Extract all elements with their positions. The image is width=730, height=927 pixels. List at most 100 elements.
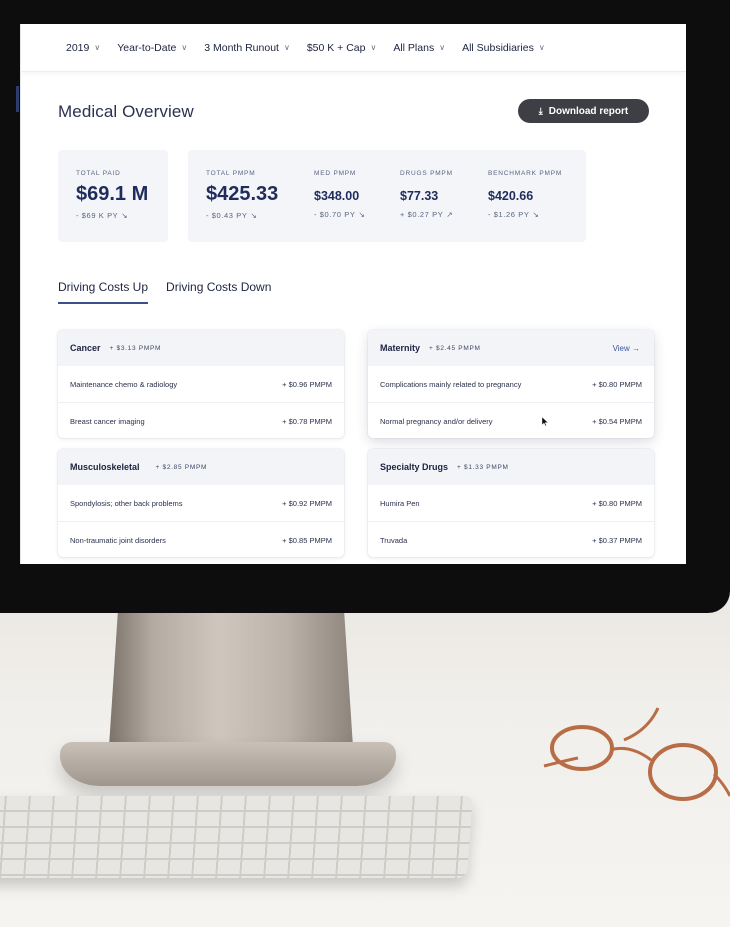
card-title: Specialty Drugs (380, 462, 449, 472)
download-icon: ⤓ (538, 105, 543, 116)
row-name: Truvada (380, 535, 408, 545)
card-delta: + $2.45 PMPM (429, 344, 481, 352)
cancer-card[interactable]: Cancer + $3.13 PMPM Maintenance chemo & … (58, 330, 344, 438)
row-name: Normal pregnancy and/or delivery (380, 416, 493, 426)
filter-period[interactable]: Year-to-Date ∨ (117, 42, 187, 54)
card-header: Maternity + $2.45 PMPM View → (368, 330, 654, 366)
filter-year-label: 2019 (66, 41, 90, 54)
row-name: Humira Pen (380, 498, 420, 508)
row-name: Maintenance chemo & radiology (70, 379, 178, 389)
card-delta: + $2.85 PMPM (155, 463, 208, 471)
stat-value: $425.33 (206, 183, 279, 205)
row-value: + $0.85 PMPM (282, 535, 332, 545)
stat-label: TOTAL PMPM (206, 170, 256, 177)
sidebar-active-marker (16, 86, 19, 112)
row-value: + $0.96 PMPM (282, 379, 332, 389)
card-header: Cancer + $3.13 PMPM (58, 330, 344, 366)
tab-driving-costs-down[interactable]: Driving Costs Down (166, 280, 271, 304)
list-item[interactable]: Normal pregnancy and/or delivery + $0.54 … (368, 403, 654, 438)
row-name: Non-traumatic joint disorders (70, 535, 166, 545)
stat-change: - $69 K PY ↘ (76, 211, 129, 220)
list-item[interactable]: Non-traumatic joint disorders + $0.85 PMP… (58, 522, 344, 557)
mouse-pointer-icon (542, 417, 548, 426)
maternity-card[interactable]: Maternity + $2.45 PMPM View → Complicati… (368, 330, 654, 438)
chevron-down-icon: ∨ (439, 43, 446, 52)
total-paid-card: TOTAL PAID $69.1 M - $69 K PY ↘ (58, 150, 168, 242)
arrow-down-right-icon: ↘ (358, 210, 366, 219)
filter-subsidiaries[interactable]: All Subsidiaries ∨ (462, 42, 545, 54)
page-title: Medical Overview (58, 102, 194, 121)
row-name: Spondylosis; other back problems (70, 498, 183, 508)
download-report-label: Download report (548, 105, 629, 117)
sidebar-divider (20, 24, 21, 564)
card-title: Musculoskeletal (70, 462, 140, 472)
filter-runout[interactable]: 3 Month Runout ∨ (204, 42, 290, 54)
row-name: Breast cancer imaging (70, 416, 145, 426)
filter-subsidiaries-label: All Subsidiaries (462, 41, 534, 54)
filter-plans-label: All Plans (393, 41, 435, 54)
stat-total-paid: TOTAL PAID $69.1 M - $69 K PY ↘ (76, 170, 148, 220)
stat-change: - $0.43 PY ↘ (206, 211, 258, 220)
list-item[interactable]: Maintenance chemo & radiology + $0.96 PMP… (58, 366, 344, 403)
row-name: Complications mainly related to pregnanc… (380, 379, 522, 389)
stat-value: $77.33 (400, 189, 439, 203)
stat-benchmark-pmpm: BENCHMARK PMPM $420.66 - $1.26 PY ↘ (488, 170, 562, 219)
stat-med-pmpm: MED PMPM $348.00 - $0.70 PY ↘ (314, 170, 365, 219)
filter-period-label: Year-to-Date (117, 41, 177, 54)
monitor-stand-base (60, 742, 396, 786)
specialty-drugs-card[interactable]: Specialty Drugs + $1.33 PMPM Humira Pen +… (368, 449, 654, 557)
row-value: + $0.80 PMPM (592, 379, 642, 389)
list-item[interactable]: Spondylosis; other back problems + $0.92 … (58, 485, 344, 522)
monitor-stand-neck (108, 612, 354, 762)
app-screen: 2019 ∨ Year-to-Date ∨ 3 Month Runout ∨ $50 … (20, 24, 686, 564)
card-delta: + $1.33 PMPM (457, 463, 509, 471)
stat-value: $69.1 M (76, 183, 149, 205)
stat-change: - $1.26 PY ↘ (488, 210, 540, 219)
filter-cap-label: $50 K + Cap (306, 41, 366, 54)
arrow-down-right-icon: ↘ (532, 210, 540, 219)
card-delta: + $3.13 PMPM (109, 344, 162, 352)
card-header: Musculoskeletal + $2.85 PMPM (58, 449, 344, 485)
row-value: + $0.54 PMPM (592, 416, 642, 426)
list-item[interactable]: Breast cancer imaging + $0.78 PMPM (58, 403, 344, 438)
stat-total-pmpm: TOTAL PMPM $425.33 - $0.43 PY ↘ (206, 170, 278, 220)
tab-driving-costs-up[interactable]: Driving Costs Up (58, 280, 149, 304)
chevron-down-icon: ∨ (181, 43, 188, 52)
row-value: + $0.80 PMPM (592, 498, 642, 508)
download-report-button[interactable]: ⤓ Download report (518, 99, 649, 123)
row-value: + $0.37 PMPM (592, 535, 642, 545)
list-item[interactable]: Truvada + $0.37 PMPM (368, 522, 654, 557)
filter-bar: 2019 ∨ Year-to-Date ∨ 3 Month Runout ∨ $50 … (20, 24, 686, 72)
stat-change: - $0.70 PY ↘ (314, 210, 366, 219)
stat-label: DRUGS PMPM (400, 170, 453, 177)
list-item[interactable]: Humira Pen + $0.80 PMPM (368, 485, 654, 522)
chevron-down-icon: ∨ (538, 43, 545, 52)
cost-tabs: Driving Costs Up Driving Costs Down (58, 280, 289, 304)
card-header: Specialty Drugs + $1.33 PMPM (368, 449, 654, 485)
stat-change: + $0.27 PY ↗ (400, 210, 454, 219)
chevron-down-icon: ∨ (94, 43, 101, 52)
list-item[interactable]: Complications mainly related to pregnanc… (368, 366, 654, 403)
filter-runout-label: 3 Month Runout (204, 41, 279, 54)
chevron-down-icon: ∨ (370, 43, 377, 52)
row-value: + $0.78 PMPM (282, 416, 332, 426)
eyeglasses (543, 707, 730, 801)
stat-value: $348.00 (314, 189, 360, 203)
stat-value: $420.66 (488, 189, 534, 203)
card-title: Maternity (380, 343, 421, 353)
row-value: + $0.92 PMPM (282, 498, 332, 508)
arrow-up-right-icon: ↗ (446, 210, 454, 219)
view-link[interactable]: View → (613, 344, 640, 353)
stat-label: MED PMPM (314, 170, 357, 177)
filter-cap[interactable]: $50 K + Cap ∨ (307, 42, 377, 54)
filter-plans[interactable]: All Plans ∨ (393, 42, 445, 54)
stat-drugs-pmpm: DRUGS PMPM $77.33 + $0.27 PY ↗ (400, 170, 453, 219)
stat-label: TOTAL PAID (76, 170, 121, 177)
stat-label: BENCHMARK PMPM (488, 170, 563, 177)
filter-year[interactable]: 2019 ∨ (66, 42, 100, 54)
keyboard (0, 796, 473, 878)
pmpm-stats-card: TOTAL PMPM $425.33 - $0.43 PY ↘ MED PMPM … (188, 150, 586, 242)
arrow-down-right-icon: ↘ (121, 211, 129, 220)
card-title: Cancer (70, 343, 101, 353)
musculoskeletal-card[interactable]: Musculoskeletal + $2.85 PMPM Spondylosis… (58, 449, 344, 557)
